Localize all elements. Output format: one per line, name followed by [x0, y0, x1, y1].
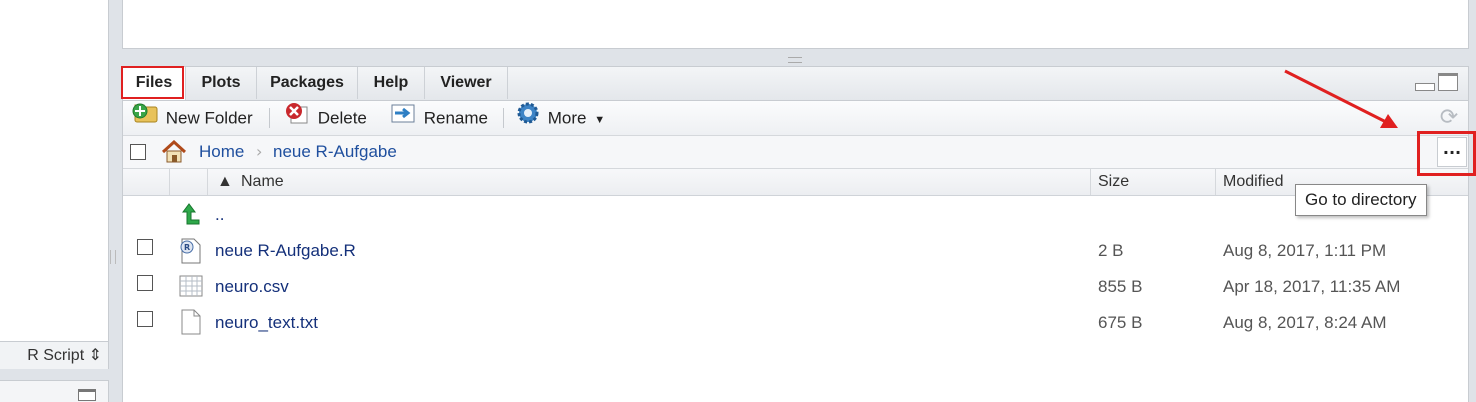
row-checkbox[interactable]: [137, 239, 153, 255]
rename-button[interactable]: Rename: [389, 101, 488, 135]
row-checkbox[interactable]: [137, 275, 153, 291]
column-name[interactable]: Name: [241, 169, 284, 195]
vertical-splitter[interactable]: [110, 250, 116, 264]
toolbar-separator: [269, 108, 270, 128]
tab-packages[interactable]: Packages: [257, 67, 358, 99]
file-size: 2 B: [1098, 241, 1124, 260]
dropdown-arrow-icon: ▼: [594, 114, 606, 127]
refresh-icon[interactable]: ⟳: [1438, 107, 1460, 129]
sort-ascending-icon: ▲: [217, 173, 233, 190]
breadcrumb-home[interactable]: Home: [199, 136, 244, 168]
tooltip: Go to directory: [1295, 184, 1427, 216]
minimize-icon[interactable]: [1415, 83, 1435, 91]
maximize-icon[interactable]: [78, 389, 96, 401]
delete-button[interactable]: Delete: [283, 101, 367, 135]
up-arrow-icon: [177, 202, 203, 230]
tab-plots[interactable]: Plots: [186, 67, 257, 99]
column-separator: [1215, 169, 1216, 195]
annotation-arrow-icon: [1284, 69, 1398, 128]
r-script-icon: R: [179, 238, 203, 268]
csv-table-icon: [179, 274, 203, 302]
new-folder-icon: [131, 101, 161, 137]
file-modified: Apr 18, 2017, 11:35 AM: [1223, 277, 1401, 296]
lower-left-pane-header: [0, 380, 109, 402]
tab-viewer[interactable]: Viewer: [425, 67, 508, 99]
console-pane: [122, 0, 1469, 49]
breadcrumb: Home › neue R-Aufgabe ...: [123, 136, 1468, 169]
file-name-link[interactable]: neuro.csv: [215, 269, 289, 305]
files-tab-highlight: [121, 66, 184, 99]
parent-directory-row[interactable]: ..: [123, 197, 1468, 233]
file-modified: Aug 8, 2017, 8:24 AM: [1223, 313, 1387, 332]
files-pane: Files Plots Packages Help Viewer New Fol…: [121, 66, 1469, 402]
table-row: neuro_text.txt 675 B Aug 8, 2017, 8:24 A…: [123, 305, 1468, 341]
table-row: neuro.csv 855 B Apr 18, 2017, 11:35 AM: [123, 269, 1468, 305]
go-to-directory-highlight: [1417, 131, 1476, 176]
editor-status-bar: R Script ⇕: [0, 341, 109, 369]
home-icon[interactable]: [161, 139, 187, 168]
column-size[interactable]: Size: [1098, 169, 1129, 195]
pane-tab-bar: Files Plots Packages Help Viewer: [121, 66, 1468, 101]
parent-directory-link[interactable]: ..: [215, 197, 224, 233]
more-button[interactable]: More ▼: [515, 101, 605, 135]
breadcrumb-separator-icon: ›: [256, 142, 263, 161]
column-separator: [207, 169, 208, 195]
file-size: 675 B: [1098, 313, 1143, 332]
column-modified[interactable]: Modified: [1223, 169, 1283, 195]
files-toolbar: New Folder Delete Rename More ▼ ⟳: [123, 101, 1468, 136]
svg-text:R: R: [184, 243, 190, 252]
file-name-link[interactable]: neue R-Aufgabe.R: [215, 233, 356, 269]
new-folder-button[interactable]: New Folder: [131, 101, 253, 135]
filetype-selector[interactable]: R Script ⇕: [27, 345, 102, 365]
maximize-icon[interactable]: [1438, 73, 1458, 91]
column-separator: [169, 169, 170, 195]
rename-icon: [389, 101, 419, 137]
delete-icon: [283, 101, 313, 137]
row-checkbox[interactable]: [137, 311, 153, 327]
table-row: R neue R-Aufgabe.R 2 B Aug 8, 2017, 1:11…: [123, 233, 1468, 269]
column-separator: [1090, 169, 1091, 195]
toolbar-separator: [503, 108, 504, 128]
breadcrumb-current[interactable]: neue R-Aufgabe: [273, 136, 397, 168]
tab-help[interactable]: Help: [358, 67, 425, 99]
file-size: 855 B: [1098, 277, 1143, 296]
text-file-icon: [179, 309, 203, 339]
file-list-header: ▲ Name Size Modified: [123, 169, 1468, 196]
source-editor-pane: [0, 0, 109, 341]
gear-icon: [515, 101, 543, 137]
file-name-link[interactable]: neuro_text.txt: [215, 305, 318, 341]
horizontal-splitter[interactable]: [788, 57, 802, 63]
file-modified: Aug 8, 2017, 1:11 PM: [1223, 241, 1387, 260]
select-all-checkbox[interactable]: [130, 144, 146, 160]
